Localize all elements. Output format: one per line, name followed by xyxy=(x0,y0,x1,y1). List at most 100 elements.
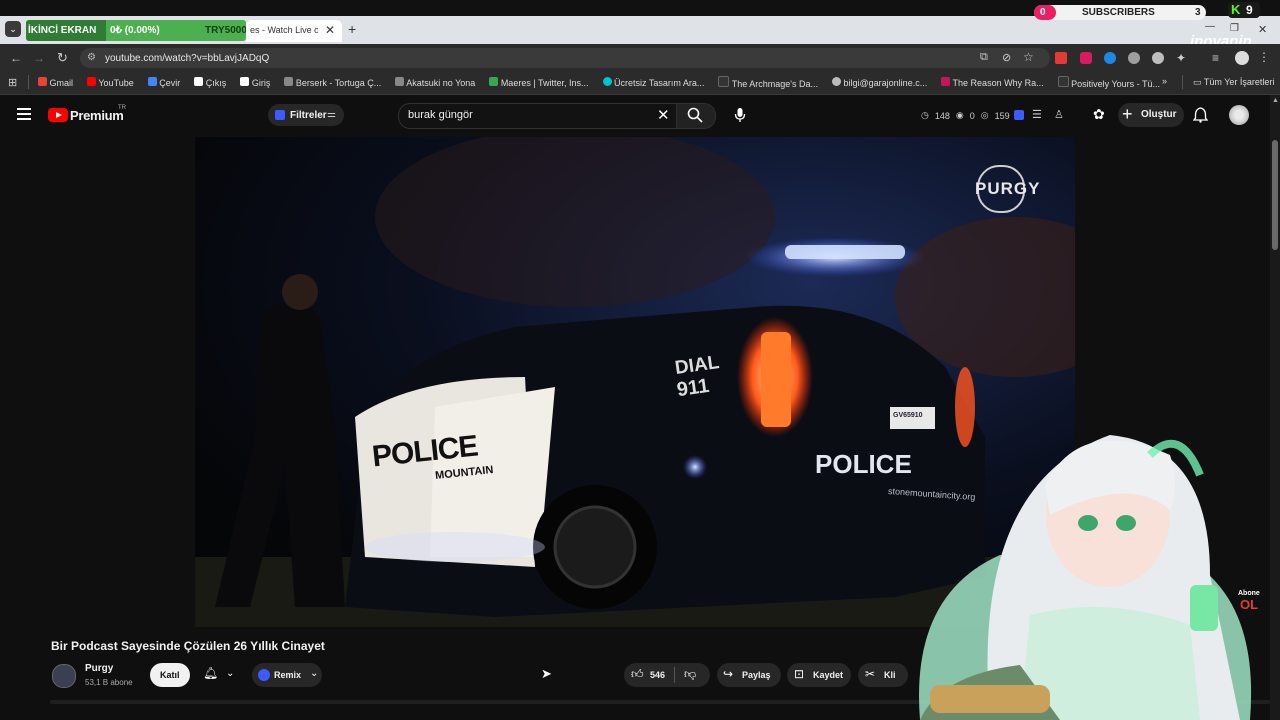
clear-search-icon[interactable]: ✕ xyxy=(657,106,670,124)
plus-icon: + xyxy=(1122,104,1133,124)
window-minimize-icon[interactable]: — xyxy=(1205,21,1215,32)
chevron-down-icon[interactable]: ⌄ xyxy=(226,668,234,679)
bookmark-label: Berserk - Tortuga Ç... xyxy=(295,78,382,88)
extension-icon-3[interactable] xyxy=(1104,52,1116,64)
cast-flower-icon[interactable]: ✿ xyxy=(1093,106,1105,123)
bookmark-item[interactable]: Positively Yours - Tü... xyxy=(1057,76,1160,89)
hamburger-menu-icon[interactable] xyxy=(17,108,31,110)
browser-menu-icon[interactable]: ⋮ xyxy=(1258,50,1270,64)
list-icon[interactable]: ☰ xyxy=(1032,108,1042,121)
extension-icon-1[interactable] xyxy=(1055,52,1067,64)
bookmark-label: Positively Yours - Tü... xyxy=(1071,79,1160,89)
all-bookmarks-label: Tüm Yer İşaretleri xyxy=(1203,77,1275,87)
reload-icon[interactable]: ↻ xyxy=(57,50,68,66)
notification-bell-icon[interactable] xyxy=(1193,107,1208,123)
car-911-text: 911 xyxy=(675,374,711,402)
media-icon[interactable]: ≡ xyxy=(1212,51,1219,65)
play-triangle-icon xyxy=(56,112,62,118)
bookmark-item[interactable]: Giriş xyxy=(240,77,270,88)
bookmark-item[interactable]: The Reason Why Ra... xyxy=(941,77,1044,88)
bookmark-label: The Reason Why Ra... xyxy=(952,78,1044,88)
share-label: Paylaş xyxy=(742,670,771,680)
forward-icon[interactable]: → xyxy=(33,51,45,65)
star-bookmark-icon[interactable]: ☆ xyxy=(1023,50,1034,64)
site-icon xyxy=(718,76,730,87)
hide-icon[interactable]: ⊘ xyxy=(1002,51,1011,64)
bookmark-label: YouTube xyxy=(98,78,134,88)
site-icon xyxy=(1057,76,1069,87)
filter-ext-icon xyxy=(275,110,285,120)
back-icon[interactable]: ← xyxy=(10,51,22,65)
install-icon[interactable]: ⧉ xyxy=(980,51,988,64)
close-tab-icon[interactable]: ✕ xyxy=(325,23,335,37)
subscribed-bell-icon[interactable]: 🔔︎ xyxy=(203,666,218,680)
remix-label: Remix xyxy=(274,670,302,680)
video-title: Bir Podcast Sayesinde Çözülen 26 Yıllık … xyxy=(51,639,325,653)
bookmark-label: Akatsuki no Yona xyxy=(406,78,476,88)
linktree-icon xyxy=(489,77,499,86)
dislike-icon[interactable]: 👎︎ xyxy=(684,667,696,682)
kick-count: 9 xyxy=(1246,3,1253,17)
profile-avatar[interactable] xyxy=(1235,51,1249,65)
globe-icon xyxy=(832,77,841,86)
like-count[interactable]: 546 xyxy=(650,670,665,680)
bookmark-item[interactable]: The Archmage's Da... xyxy=(718,76,818,89)
url-text[interactable]: youtube.com/watch?v=bbLavjJADqQ xyxy=(105,53,269,64)
kick-icon: K xyxy=(1231,2,1241,17)
channel-avatar[interactable] xyxy=(52,664,76,688)
bookmark-item[interactable]: Çevir xyxy=(147,77,180,88)
abone-label: Abone xyxy=(1238,590,1260,597)
account-avatar[interactable] xyxy=(1229,105,1249,125)
bookmark-list: Gmail YouTube Çevir Çıkış Giriş Berserk … xyxy=(38,76,1160,89)
tab-search-button[interactable]: ⌄ xyxy=(5,21,21,37)
gmail-icon xyxy=(38,77,47,86)
trophy-icon[interactable]: ♙ xyxy=(1054,108,1064,121)
all-bookmarks-button[interactable]: ▭ Tüm Yer İşaretleri xyxy=(1193,77,1274,88)
youtube-logo-icon[interactable] xyxy=(48,108,68,122)
bookmark-item[interactable]: Çıkış xyxy=(194,77,226,88)
site-icon xyxy=(284,77,294,86)
new-tab-icon[interactable]: + xyxy=(348,21,356,37)
search-icon xyxy=(687,107,703,123)
eye-icon: ◉ xyxy=(955,110,964,120)
bookmarks-overflow-icon[interactable]: » xyxy=(1162,76,1167,86)
window-close-icon[interactable]: ✕ xyxy=(1258,23,1267,36)
site-info-icon[interactable]: ⚙ xyxy=(87,52,96,63)
bookmark-item[interactable]: Gmail xyxy=(38,77,73,88)
stat-value: 159 xyxy=(994,110,1010,121)
remix-icon xyxy=(258,669,270,681)
window-restore-icon[interactable]: ❐ xyxy=(1230,23,1239,34)
like-icon[interactable]: 👍︎ xyxy=(631,667,644,682)
bookmark-item[interactable]: YouTube xyxy=(87,77,134,88)
microphone-icon[interactable] xyxy=(734,107,746,123)
scrollbar-thumb[interactable] xyxy=(1272,140,1278,250)
bookmark-label: bilgi@garajonline.c... xyxy=(843,78,928,88)
ext-badge-icon[interactable] xyxy=(1014,110,1024,120)
save-label: Kaydet xyxy=(813,670,844,680)
bookmark-item[interactable]: Akatsuki no Yona xyxy=(395,77,475,88)
extensions-puzzle-icon[interactable]: ✦ xyxy=(1176,51,1186,65)
bookmark-item[interactable]: bilgi@garajonline.c... xyxy=(832,77,927,88)
clock-icon: ◷ xyxy=(921,110,929,120)
extension-stats: ◷ 148 ◉ 0 ◎ 159 xyxy=(921,110,1010,121)
youtube-premium-logo[interactable]: Premium xyxy=(70,108,124,123)
subscribers-label: SUBSCRIBERS xyxy=(1082,7,1155,18)
extension-icon-2[interactable] xyxy=(1080,52,1092,64)
abone-ol-badge: OL xyxy=(1240,597,1259,612)
bookmark-item[interactable]: Berserk - Tortuga Ç... xyxy=(284,77,381,88)
sliders-icon: ⚌ xyxy=(327,109,336,120)
bookmark-item[interactable]: Maeres | Twitter, Ins... xyxy=(489,77,589,88)
donation-goal-text: TRY5000 xyxy=(205,25,247,36)
extension-icon-4[interactable] xyxy=(1128,52,1140,64)
login-icon xyxy=(240,77,250,86)
channel-name[interactable]: Purgy xyxy=(85,663,113,674)
eye-off-icon: ◎ xyxy=(980,110,989,120)
tab-title: es - Watch Live on xyxy=(250,25,318,35)
scroll-up-icon[interactable]: ▲ xyxy=(1272,97,1279,104)
apps-grid-icon[interactable]: ⊞ xyxy=(8,76,17,89)
mouse-cursor-icon: ➤ xyxy=(541,666,552,681)
subscribers-right-count: 3 xyxy=(1195,7,1201,18)
remix-chevron-icon: ⌄ xyxy=(310,668,319,679)
extension-icon-5[interactable] xyxy=(1152,52,1164,64)
bookmark-item[interactable]: Ücretsiz Tasarım Ara... xyxy=(602,77,704,88)
